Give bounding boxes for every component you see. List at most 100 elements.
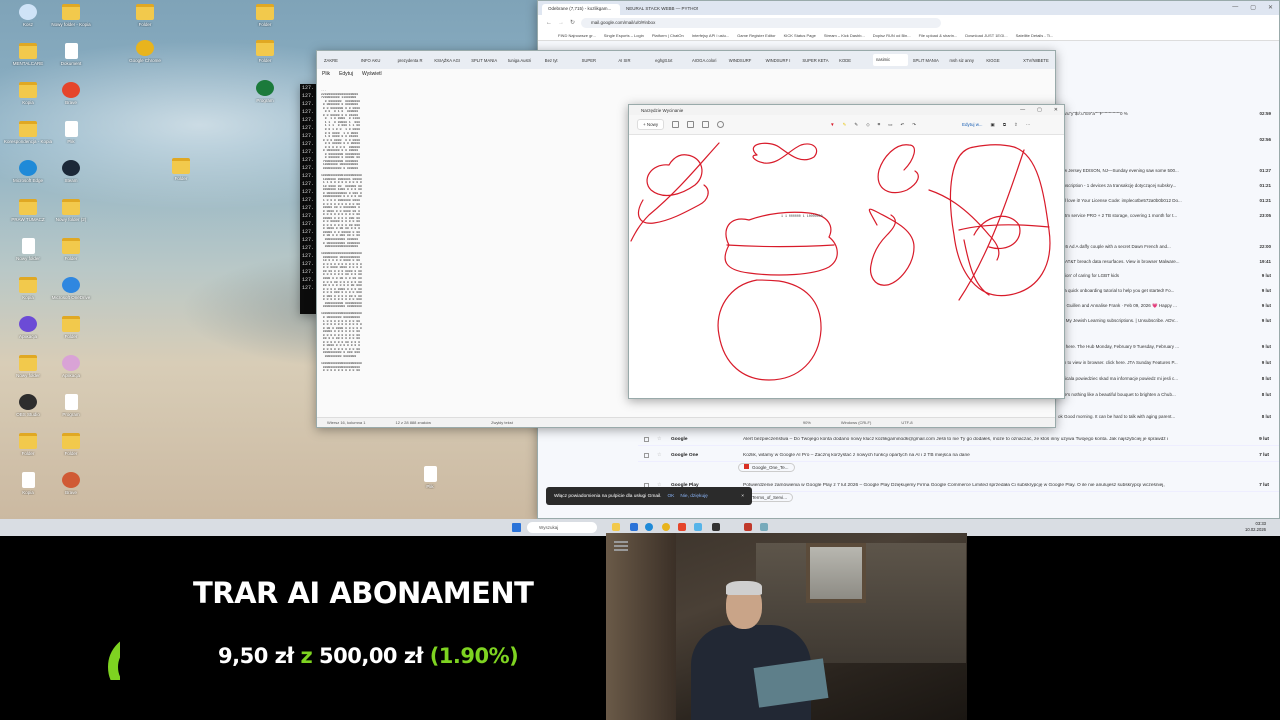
notepad-tab[interactable]: prezydenta R [395, 58, 430, 63]
desktop-icon[interactable]: Folder [43, 238, 99, 261]
star-icon[interactable]: ☆ [657, 453, 671, 458]
desktop-icon[interactable]: Folder [43, 433, 99, 456]
mail-row-snippet[interactable]: 2026 Ad A daffy couple with a secret Daw… [1058, 244, 1279, 256]
desktop-icon[interactable]: Folder [237, 4, 293, 27]
pen-icon[interactable]: ✎ [854, 122, 858, 128]
desktop-icon[interactable]: Nowy folder - Kopia [43, 4, 99, 27]
crop-icon[interactable]: ⌗ [878, 122, 881, 127]
mail-row-snippet[interactable]: led AT&T breach data resurfaces. View in… [1058, 259, 1279, 271]
edit-in-button[interactable]: Edytuj w... [962, 122, 983, 127]
minimize-icon[interactable]: — [1020, 107, 1025, 113]
share-icon[interactable]: ⇪ [1014, 122, 1018, 128]
bookmark-item[interactable]: Download JUST 1EGI... [965, 33, 1007, 38]
mail-row-snippet[interactable]: lick here. The Hub Monday, February 9 Tu… [1058, 344, 1279, 356]
mail-row-snippet[interactable]: ession' of caring for LGBT kids 9 lut [1058, 273, 1279, 285]
terminal-icon[interactable] [712, 523, 720, 531]
redo-icon[interactable]: ↷ [912, 122, 916, 128]
mail-row-snippet[interactable]: New Jersey EDISON, NJ—Sunday evening saw… [1058, 168, 1279, 180]
timer-icon[interactable] [717, 121, 725, 128]
toast-ok-button[interactable]: OK [667, 494, 674, 499]
mail-checkbox[interactable] [644, 437, 649, 442]
menu-view[interactable]: Wyświetl [362, 71, 382, 77]
pen-red-icon[interactable]: ▼ [830, 122, 834, 127]
minimize-icon[interactable]: — [1232, 4, 1238, 11]
desktop-icon[interactable]: Plik [43, 121, 99, 144]
mail-row-snippet[interactable]: ed a quick onboarding tutorial to help y… [1058, 288, 1279, 300]
mail-row-snippet[interactable]: chcicala powiedziec skad ma informacje p… [1058, 376, 1279, 388]
notepad-tab[interactable]: KSIĄŻKA AGI [431, 58, 466, 63]
bookmark-item[interactable]: KICK Status Page [784, 33, 816, 38]
chrome-icon[interactable] [662, 523, 670, 531]
notepad-tab[interactable]: SUPER KETA [799, 58, 834, 63]
notepad-tab[interactable]: AI SIR [615, 58, 650, 63]
notepad-icon[interactable] [694, 523, 702, 531]
close-icon[interactable]: ✕ [1268, 4, 1273, 11]
mail-row-snippet[interactable] [1058, 228, 1279, 240]
bookmark-item[interactable]: Interfejsy API i usłu... [692, 33, 729, 38]
notepad-tab[interactable]: ZAKRE [321, 58, 356, 63]
taskbar-clock[interactable]: 03:33 10.02.2026 [1245, 521, 1266, 533]
more-icon[interactable]: ⋯ [1026, 122, 1031, 128]
notepad-tab[interactable]: tuniga Austri [505, 58, 540, 63]
mail-checkbox[interactable] [644, 453, 649, 458]
windows-start-icon[interactable] [512, 523, 521, 532]
bookmark-item[interactable]: Dopisz RUN od Bin... [873, 33, 911, 38]
notepad-tab[interactable]: SUPER [579, 58, 614, 63]
mail-row-snippet[interactable]: our My Jewish Learning subscriptions. | … [1058, 318, 1279, 330]
ruler-icon[interactable]: ▭ [888, 122, 892, 128]
back-icon[interactable]: ← [546, 20, 552, 26]
notepad-tab[interactable]: WINDSURF I [763, 58, 798, 63]
desktop-icon[interactable]: Folder [117, 4, 173, 27]
copy-icon[interactable]: ⧉ [1003, 122, 1006, 127]
highlighter-icon[interactable]: ✎ [843, 122, 847, 128]
video-icon[interactable] [687, 121, 695, 128]
bookmark-item[interactable]: Single Esports – Login [604, 33, 644, 38]
mail-row-snippet[interactable]: P""\ru"y"$!/:u"E9"a"""F"""""""""""0 % 02:… [1058, 111, 1279, 123]
snip-mode-icon[interactable] [672, 121, 680, 128]
bookmark-item[interactable]: FIND Najnowsze gr... [558, 33, 596, 38]
desktop-icon[interactable]: Program [237, 80, 293, 103]
desktop-icon[interactable]: Folder [43, 316, 99, 339]
notepad-tab[interactable]: Bez tyt [542, 58, 577, 63]
mail-row-snippet[interactable]: own to view in browser. click here. JTA … [1058, 360, 1279, 372]
desktop-icon[interactable]: Folder [153, 158, 209, 181]
notepad-tab[interactable]: KODE [836, 58, 871, 63]
explorer-icon[interactable] [612, 523, 620, 531]
taskbar-search[interactable]: Wyszukaj [527, 522, 597, 533]
forward-icon[interactable]: → [558, 20, 564, 26]
drawing-canvas[interactable]: 1 1 000000 1 10000000 [629, 135, 1065, 399]
desktop-icon[interactable]: Microsoft OneDrive [43, 277, 99, 300]
mail-row-snippet[interactable]: ou'll love it! Your License Code: implec… [1058, 198, 1279, 210]
menu-file[interactable]: Plik [322, 71, 330, 77]
bookmark-item[interactable]: Game Register Editor [737, 33, 775, 38]
attachment-chip[interactable]: Google_One_Te... [738, 463, 795, 472]
desktop-icon[interactable]: Aplikacja [43, 355, 99, 378]
new-snip-button[interactable]: + Nowy [637, 119, 665, 130]
desktop-icon[interactable]: Nowy folder (2) [43, 199, 99, 222]
mail-row[interactable]: ☆ Google Alert bezpieczeństwa – Do Twoje… [638, 434, 1279, 446]
notepad-tab[interactable]: WINDSURF [726, 58, 761, 63]
notepad-tab[interactable]: SPLIT MANIA [910, 58, 945, 63]
edge-icon[interactable] [645, 523, 653, 531]
notepad-tab[interactable]: SPLIT MANIA [468, 58, 503, 63]
toast-dismiss-button[interactable]: Nie, dziękuję [680, 494, 707, 499]
mail-row-snippet[interactable]: Subscription - 1 devices za transakcję d… [1058, 183, 1279, 195]
desktop-icon[interactable]: Steam [43, 160, 99, 183]
app-icon[interactable] [760, 523, 768, 531]
chrome-tab-neural[interactable]: NEURAL STACK WEBB — PYTHON... [620, 4, 698, 15]
mail-row-snippet[interactable]: ok Good morning. It can be hard to talk … [1058, 414, 1279, 426]
notepad-tab[interactable]: INFO AKU [358, 58, 393, 63]
desktop-icon[interactable]: Brave [43, 82, 99, 105]
bookmark-item[interactable]: File upload & sharin... [919, 33, 958, 38]
bookmark-item[interactable]: Stream – Kick Dashb... [824, 33, 865, 38]
notepad-tab[interactable]: nasimic [872, 54, 908, 66]
snipping-icon[interactable] [744, 523, 752, 531]
shape-icon[interactable] [702, 121, 710, 128]
store-icon[interactable] [630, 523, 638, 531]
mail-row-snippet[interactable]: 02:56 [1058, 137, 1279, 149]
mail-row[interactable]: ☆ Google One Kozlik, witamy w Google AI … [638, 450, 1279, 462]
desktop-icon[interactable]: Folder [237, 40, 293, 63]
notepad-tab[interactable]: XTV/N8BETE [1020, 58, 1055, 63]
mail-row-snippet[interactable]: Joe Guillen and Annalise Frank · Feb 09,… [1058, 303, 1279, 315]
maximize-icon[interactable]: ▢ [1037, 107, 1042, 113]
